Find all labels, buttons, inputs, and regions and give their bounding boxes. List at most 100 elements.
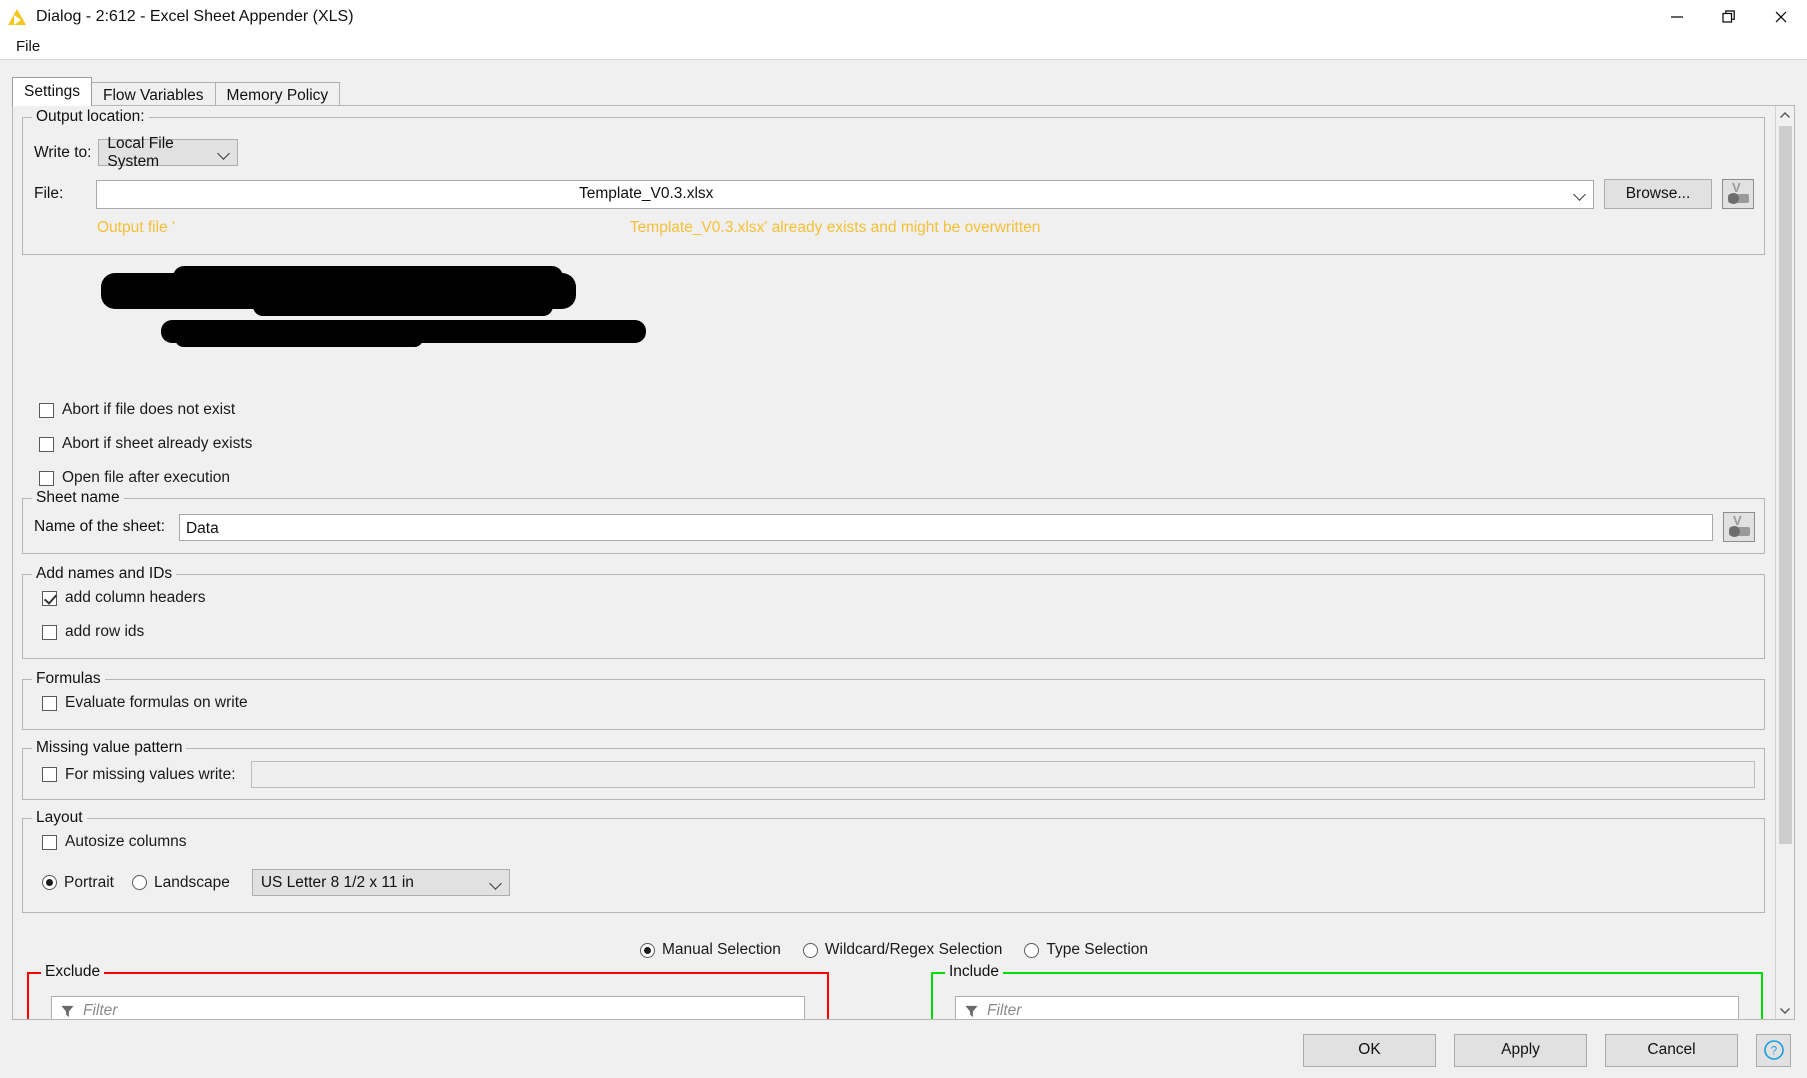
missing-value-legend: Missing value pattern [32,739,187,757]
abort-if-file-missing-checkbox[interactable] [39,402,54,418]
abort-if-file-missing-label: Abort if file does not exist [62,401,236,418]
sheet-name-input[interactable]: Data [178,513,1713,541]
redaction-bar-file-3 [253,296,553,316]
open-file-after-execution-label: Open file after execution [62,469,231,486]
landscape-label: Landscape [153,873,230,891]
autosize-columns-row[interactable]: Autosize columns [42,833,186,851]
portrait-radio[interactable] [42,875,57,890]
paper-size-combobox[interactable]: US Letter 8 1/2 x 11 in [251,869,510,896]
autosize-columns-checkbox[interactable] [42,834,57,850]
file-label: File: [34,185,64,202]
settings-vertical-scrollbar[interactable] [1775,106,1794,1019]
ok-button[interactable]: OK [1303,1033,1436,1067]
help-icon: ? [1763,1040,1784,1060]
orientation-row: Portrait Landscape US Letter 8 1/2 x 11 … [42,869,510,896]
landscape-radio[interactable] [131,875,147,890]
scrollbar-thumb[interactable] [1779,126,1792,844]
paper-size-chevron-down-icon [490,879,503,887]
wildcard-selection-radio[interactable] [802,942,818,958]
tab-strip: Settings Flow Variables Memory Policy [12,77,341,108]
selection-mode-row: Manual Selection Wildcard/Regex Selectio… [13,941,1775,959]
close-icon[interactable] [1755,0,1807,33]
overwrite-warning-redacted-path [175,219,630,237]
redaction-bar-warning-2 [175,330,423,347]
wildcard-selection-label: Wildcard/Regex Selection [824,941,1003,958]
overwrite-warning-suffix: Template_V0.3.xlsx' already exists and m… [629,219,1041,236]
chevron-down-icon [218,149,231,157]
include-group: Include Filter S Source [931,963,1763,1019]
autosize-columns-label: Autosize columns [65,833,187,850]
exclude-legend: Exclude [41,963,105,981]
missing-value-checkbox[interactable] [42,767,57,782]
abort-if-sheet-exists-label: Abort if sheet already exists [62,435,253,452]
manual-selection-label: Manual Selection [661,941,781,958]
portrait-radio-row[interactable]: Portrait [42,874,114,892]
evaluate-formulas-checkbox[interactable] [42,695,57,711]
type-selection-label: Type Selection [1046,941,1149,958]
evaluate-formulas-label: Evaluate formulas on write [65,694,248,711]
layout-legend: Layout [32,809,87,827]
svg-text:?: ? [1770,1046,1776,1058]
title-bar: Dialog - 2:612 - Excel Sheet Appender (X… [0,0,1807,34]
exclude-filter-placeholder: Filter [83,1002,118,1019]
include-filter-funnel-icon [965,1005,978,1017]
menu-item-file[interactable]: File [10,36,46,57]
scroll-up-arrow-icon[interactable] [1776,106,1794,124]
settings-scroll-pane: Output location: Write to: Local File Sy… [12,105,1795,1020]
window-title: Dialog - 2:612 - Excel Sheet Appender (X… [36,7,354,25]
overwrite-warning-prefix: Output file ' [97,219,175,236]
file-path-combobox[interactable]: Template_V0.3.xlsx [96,179,1594,209]
landscape-radio-row[interactable]: Landscape [131,873,230,892]
add-row-ids-checkbox[interactable] [42,624,57,640]
dialog-body: Settings Flow Variables Memory Policy Ou… [0,60,1807,1078]
browse-button[interactable]: Browse... [1604,179,1712,209]
tab-settings[interactable]: Settings [12,77,93,106]
manual-selection-radio[interactable] [639,942,655,958]
open-file-after-execution-checkbox[interactable] [39,470,54,486]
formulas-group: Formulas Evaluate formulas on write [22,670,1765,730]
help-button[interactable]: ? [1756,1033,1791,1067]
restore-icon[interactable] [1703,0,1755,33]
file-flow-variable-button[interactable]: V [1722,179,1754,209]
apply-button[interactable]: Apply [1454,1033,1587,1067]
minimize-icon[interactable] [1651,0,1703,33]
type-selection-radio-row[interactable]: Type Selection [1024,941,1148,959]
menu-bar: File [0,34,1807,60]
add-column-headers-checkbox[interactable] [42,590,57,606]
include-filter-input[interactable]: Filter [955,996,1739,1019]
sheet-name-group: Sheet name Name of the sheet: Data V [22,489,1765,554]
missing-value-group: Missing value pattern For missing values… [22,739,1765,800]
abort-if-sheet-exists-row[interactable]: Abort if sheet already exists [39,435,252,453]
output-location-legend: Output location: [32,108,149,126]
filter-funnel-icon [61,1005,74,1017]
write-to-value: Local File System [107,134,174,170]
exclude-group: Exclude Filter No columns in this list [27,963,829,1019]
add-column-headers-row[interactable]: add column headers [42,589,205,607]
evaluate-formulas-row[interactable]: Evaluate formulas on write [42,694,248,712]
file-row: File: Template_V0.3.xlsx Browse... V [34,179,1754,209]
sheet-name-flow-variable-button[interactable]: V [1723,512,1755,542]
manual-selection-radio-row[interactable]: Manual Selection [639,941,781,959]
output-location-group: Output location: Write to: Local File Sy… [22,108,1765,255]
add-row-ids-row[interactable]: add row ids [42,623,144,641]
add-column-headers-label: add column headers [65,589,206,606]
portrait-label: Portrait [64,873,114,891]
missing-value-row: For missing values write: [42,761,1755,788]
scroll-down-arrow-icon[interactable] [1776,1001,1794,1019]
exclude-filter-input[interactable]: Filter [51,996,805,1019]
add-row-ids-label: add row ids [65,623,145,640]
wildcard-selection-radio-row[interactable]: Wildcard/Regex Selection [802,941,1003,959]
abort-if-file-missing-row[interactable]: Abort if file does not exist [39,401,235,419]
cancel-button[interactable]: Cancel [1605,1033,1738,1067]
sheet-name-row: Name of the sheet: Data V [34,512,1755,542]
type-selection-radio[interactable] [1024,942,1040,958]
sheet-name-legend: Sheet name [32,489,124,507]
write-to-combobox[interactable]: Local File System [98,135,239,170]
open-file-after-execution-row[interactable]: Open file after execution [39,469,230,487]
include-legend: Include [945,963,1003,981]
add-names-ids-legend: Add names and IDs [32,565,177,583]
missing-value-input[interactable] [250,761,1755,788]
abort-if-sheet-exists-checkbox[interactable] [39,436,54,452]
window-controls [1651,0,1807,33]
redaction-bar-file-2 [173,266,563,288]
